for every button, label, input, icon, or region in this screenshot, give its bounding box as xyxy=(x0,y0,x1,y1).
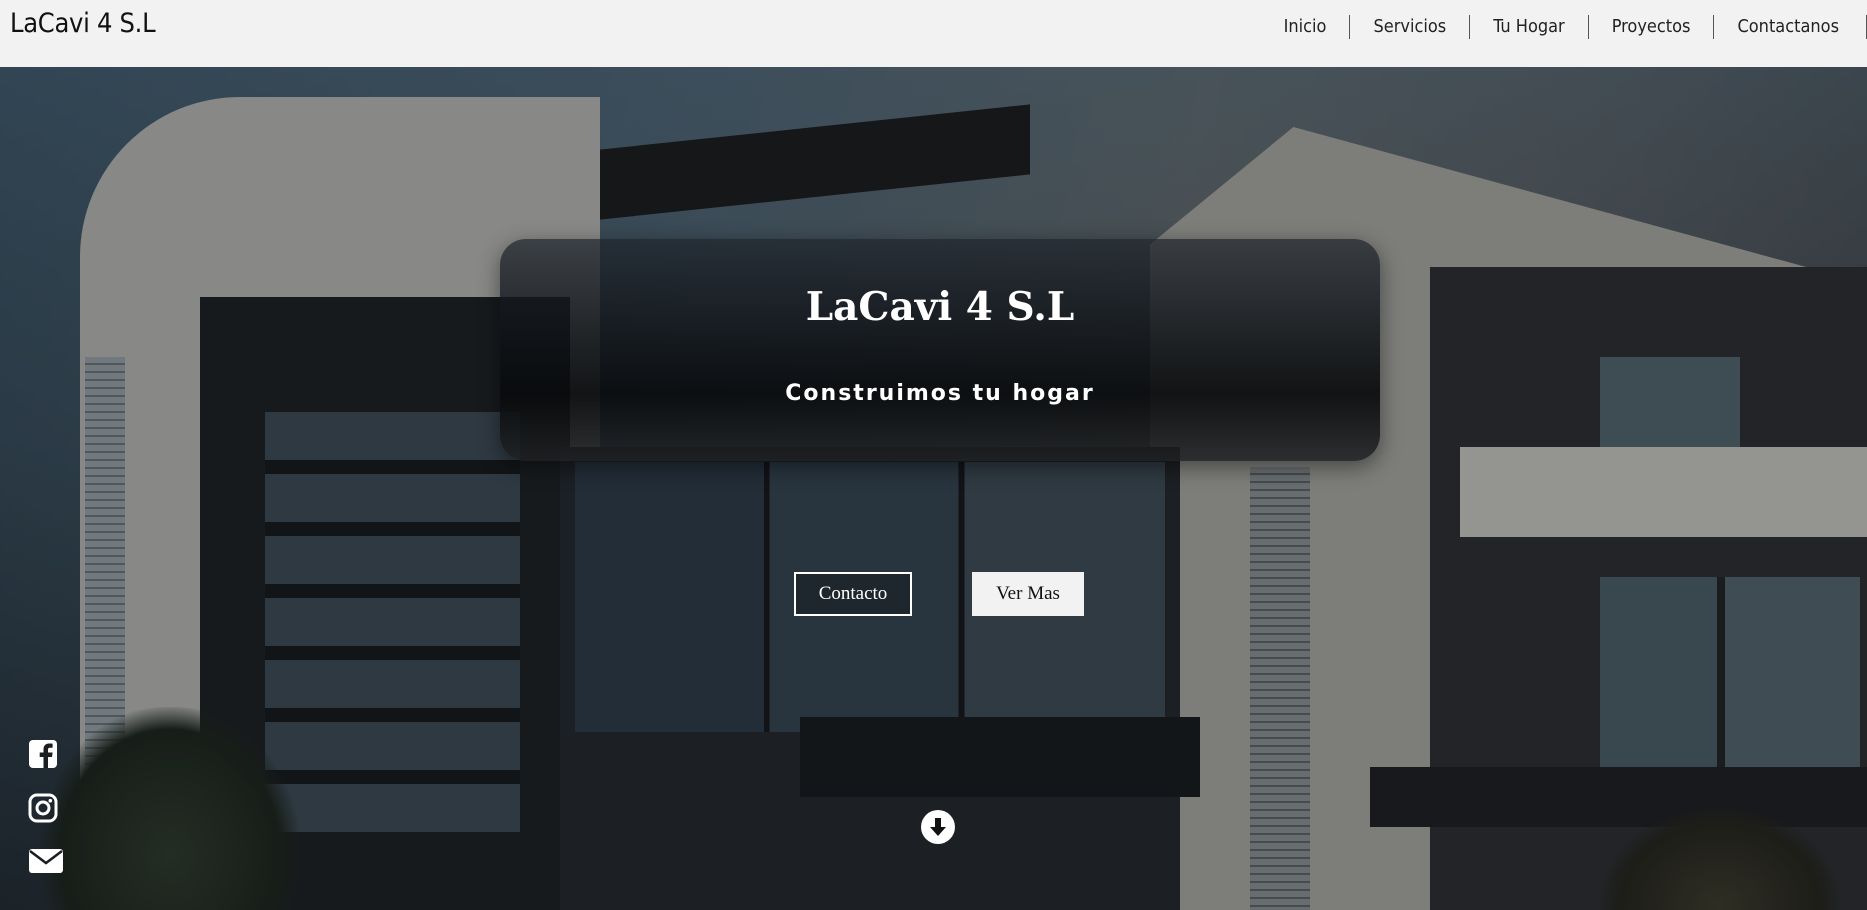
instagram-icon[interactable] xyxy=(28,793,58,828)
nav-item-contactanos[interactable]: Contactanos xyxy=(1714,15,1867,39)
nav-item-tu-hogar[interactable]: Tu Hogar xyxy=(1470,15,1589,39)
hero-dark-overlay xyxy=(0,67,1867,910)
facebook-icon[interactable] xyxy=(28,739,58,774)
headline-card: LaCavi 4 S.L Construimos tu hogar xyxy=(500,239,1380,461)
see-more-button[interactable]: Ver Mas xyxy=(972,572,1084,616)
top-navbar: LaCavi 4 S.L Inicio Servicios Tu Hogar P… xyxy=(0,0,1867,67)
hero-title: LaCavi 4 S.L xyxy=(805,284,1075,330)
main-nav: Inicio Servicios Tu Hogar Proyectos Cont… xyxy=(1261,15,1867,39)
brand-logo-text[interactable]: LaCavi 4 S.L xyxy=(10,8,156,39)
nav-item-proyectos[interactable]: Proyectos xyxy=(1589,15,1715,39)
nav-item-inicio[interactable]: Inicio xyxy=(1261,15,1351,39)
arrow-down-circle-icon[interactable] xyxy=(921,810,955,844)
contact-button[interactable]: Contacto xyxy=(794,572,912,616)
envelope-icon[interactable] xyxy=(28,847,64,880)
hero-section: LaCavi 4 S.L Construimos tu hogar Contac… xyxy=(0,67,1867,910)
hero-subtitle: Construimos tu hogar xyxy=(785,381,1095,406)
nav-item-servicios[interactable]: Servicios xyxy=(1350,15,1471,39)
